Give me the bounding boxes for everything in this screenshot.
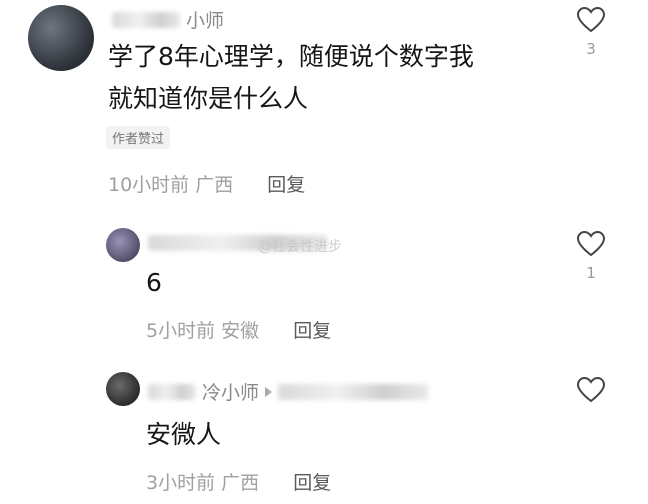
location: 安徽 — [221, 320, 260, 342]
comment-text: 学了8年心理学，随便说个数字我 就知道你是什么人 — [108, 36, 474, 120]
timestamp: 3小时前 — [146, 472, 216, 494]
like-button[interactable]: 1 — [574, 230, 608, 282]
location: 广西 — [221, 472, 260, 494]
avatar[interactable] — [106, 228, 140, 262]
reply-arrow-icon — [265, 386, 273, 397]
watermark: @社会性进步 — [258, 239, 342, 255]
heart-icon — [576, 230, 606, 257]
comment-text-line: 学了8年心理学，随便说个数字我 — [108, 42, 474, 71]
comment-meta: 5小时前 安徽 回复 — [146, 316, 331, 343]
avatar[interactable] — [106, 372, 140, 406]
comment-meta: 3小时前 广西 回复 — [146, 468, 331, 495]
reply-button[interactable]: 回复 — [293, 472, 331, 494]
location: 广西 — [195, 174, 234, 196]
heart-icon — [576, 6, 606, 33]
author-liked-badge: 作者赞过 — [106, 126, 171, 149]
reply-button[interactable]: 回复 — [267, 174, 305, 196]
like-button[interactable] — [574, 376, 608, 404]
username[interactable]: 冷小师 — [148, 378, 429, 405]
timestamp: 5小时前 — [146, 320, 216, 342]
username[interactable]: 小师 — [112, 6, 224, 33]
like-button[interactable]: 3 — [574, 6, 608, 58]
heart-icon — [576, 376, 606, 403]
like-count: 3 — [586, 40, 596, 58]
reply-button[interactable]: 回复 — [293, 320, 331, 342]
comment-meta: 10小时前 广西 回复 — [108, 170, 305, 197]
timestamp: 10小时前 — [108, 174, 190, 196]
comment-text-line: 就知道你是什么人 — [108, 84, 309, 113]
like-count: 1 — [586, 264, 596, 282]
username-label: 小师 — [186, 10, 225, 32]
blurred-username — [112, 11, 180, 28]
blurred-username — [148, 383, 196, 400]
blurred-reply-target — [278, 383, 429, 400]
comment-text: 6 — [146, 268, 162, 297]
avatar[interactable] — [28, 5, 94, 71]
username-label: 冷小师 — [202, 382, 260, 404]
comment-text: 安微人 — [146, 420, 222, 449]
